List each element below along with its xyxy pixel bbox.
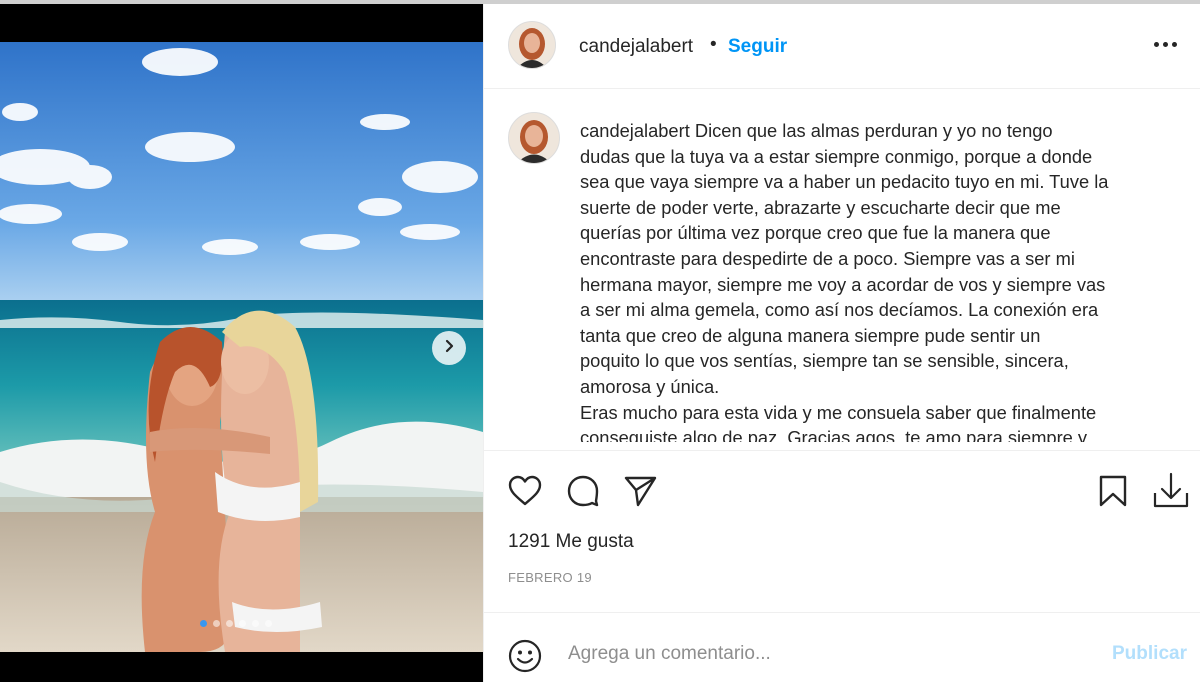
caption-avatar[interactable] [508, 112, 560, 164]
comment-bubble-icon[interactable] [566, 475, 600, 512]
caption-line: poquito lo que vos sentías, siempre tan … [580, 350, 1069, 372]
carousel-dot [265, 620, 272, 627]
follow-button[interactable]: Seguir [728, 36, 787, 58]
carousel-indicator [200, 620, 272, 627]
likes-count[interactable]: 1291 Me gusta [508, 531, 634, 553]
caption-line: querías por última vez porque creo que f… [580, 222, 1051, 244]
post-caption: candejalabert Dicen que las almas perdur… [580, 118, 1140, 442]
post-media [0, 4, 483, 682]
more-dots-icon[interactable] [1152, 36, 1179, 53]
avatar[interactable] [508, 21, 556, 69]
paper-plane-icon[interactable] [624, 475, 658, 512]
post-header: candejalabert • Seguir [484, 4, 1200, 89]
bookmark-icon[interactable] [1098, 475, 1128, 512]
separator-dot: • [710, 34, 717, 55]
caption-line: encontraste para despedirte de a poco. S… [580, 247, 1075, 269]
heart-icon[interactable] [508, 475, 542, 512]
chevron-right-icon [442, 339, 456, 358]
carousel-dot [200, 620, 207, 627]
comment-input[interactable] [566, 639, 1090, 669]
carousel-next-button[interactable] [432, 331, 466, 365]
caption-line: dudas que la tuya va a estar siempre con… [580, 145, 1093, 167]
carousel-dot [213, 620, 220, 627]
carousel-dot [252, 620, 259, 627]
publish-button[interactable]: Publicar [1112, 643, 1187, 665]
comment-bar: Publicar [484, 612, 1200, 682]
caption-line: Eras mucho para esta vida y me consuela … [580, 401, 1097, 423]
carousel-dot [226, 620, 233, 627]
post-date: FEBRERO 19 [508, 570, 592, 585]
caption-line: suerte de poder verte, abrazarte y escuc… [580, 196, 1061, 218]
caption-line: tanta que creo de alguna manera siempre … [580, 324, 1041, 346]
caption-line: conseguiste algo de paz. Gracias agos, t… [580, 427, 1088, 442]
caption-line: a ser mi alma gemela, como así nos decía… [580, 299, 1099, 321]
caption-username[interactable]: candejalabert [580, 120, 690, 141]
smiley-icon[interactable] [508, 639, 542, 678]
download-icon[interactable] [1152, 471, 1190, 514]
post-photo [0, 42, 483, 652]
caption-line: amorosa y única. [580, 375, 720, 397]
header-username[interactable]: candejalabert [579, 36, 693, 58]
caption-line: Dicen que las almas perduran y yo no ten… [694, 120, 1053, 141]
post-actions: 1291 Me gusta FEBRERO 19 [484, 450, 1200, 635]
carousel-dot [239, 620, 246, 627]
caption-line: hermana mayor, siempre me voy a acordar … [580, 273, 1106, 295]
caption-line: sea que vaya siempre va a haber un pedac… [580, 171, 1109, 193]
post-side-panel: candejalabert • Seguir candejalabert Dic… [483, 4, 1200, 682]
caption-area: candejalabert Dicen que las almas perdur… [484, 90, 1200, 442]
